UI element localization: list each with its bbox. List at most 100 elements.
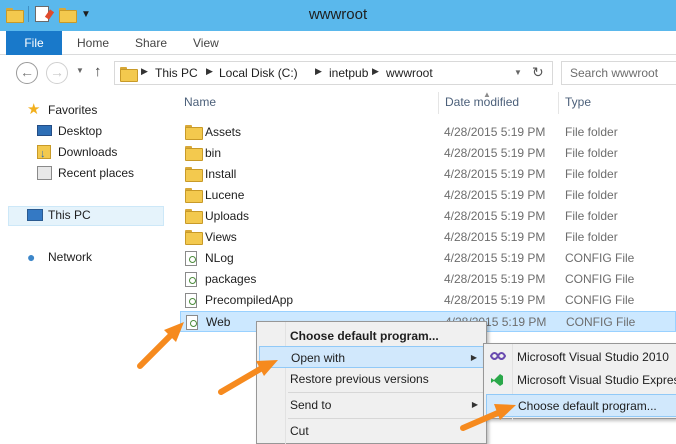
window-title: wwwroot (308, 6, 368, 23)
chevron-right-icon[interactable]: ▶ (315, 66, 322, 77)
menu-item-label: Restore previous versions (290, 372, 429, 386)
column-type[interactable]: Type (565, 95, 591, 109)
file-name: Web (206, 315, 231, 329)
back-button[interactable]: ← (16, 62, 38, 84)
folder-icon (185, 209, 203, 224)
open-with-submenu: Microsoft Visual Studio 2010 Microsoft V… (483, 343, 676, 420)
list-item[interactable]: Views 4/28/2015 5:19 PM File folder (180, 227, 676, 248)
menu-item-choose-default-program[interactable]: Choose default program... (259, 325, 486, 347)
config-file-icon (185, 272, 197, 287)
menu-item-label: Microsoft Visual Studio Express (517, 373, 676, 387)
list-item[interactable]: Install 4/28/2015 5:19 PM File folder (180, 164, 676, 185)
file-date: 4/28/2015 5:19 PM (444, 125, 546, 139)
downloads-icon (37, 144, 51, 164)
menu-item-restore-previous-versions[interactable]: Restore previous versions (259, 368, 486, 390)
chevron-down-icon[interactable]: ▼ (514, 68, 522, 77)
file-name: bin (205, 146, 222, 160)
menu-item-visual-studio-2010[interactable]: Microsoft Visual Studio 2010 (486, 346, 676, 369)
breadcrumb-this-pc[interactable]: This PC (155, 66, 198, 80)
file-date: 4/28/2015 5:19 PM (444, 293, 546, 307)
visual-studio-2010-icon (489, 350, 507, 364)
list-item[interactable]: Lucene 4/28/2015 5:19 PM File folder (180, 185, 676, 206)
file-date: 4/28/2015 5:19 PM (444, 272, 546, 286)
context-menu: Choose default program... Open with ▶ Re… (256, 321, 487, 444)
file-date: 4/28/2015 5:19 PM (444, 230, 546, 244)
file-name: Install (205, 167, 237, 181)
file-name: Lucene (205, 188, 245, 202)
menu-item-open-with[interactable]: Open with ▶ (259, 346, 486, 368)
file-date: 4/28/2015 5:19 PM (444, 251, 546, 265)
list-item[interactable]: PrecompiledApp 4/28/2015 5:19 PM CONFIG … (180, 290, 676, 311)
file-name: Views (205, 230, 237, 244)
file-name: NLog (205, 251, 234, 265)
list-item[interactable]: packages 4/28/2015 5:19 PM CONFIG File (180, 269, 676, 290)
list-item[interactable]: bin 4/28/2015 5:19 PM File folder (180, 143, 676, 164)
file-date: 4/28/2015 5:19 PM (444, 188, 546, 202)
folder-icon (185, 230, 203, 245)
folder-icon (185, 125, 203, 140)
file-type: File folder (565, 209, 618, 223)
recent-locations-icon[interactable]: ▼ (76, 66, 84, 75)
navigation-pane: ★ Favorites Desktop Downloads Recent pla… (0, 90, 170, 444)
menu-item-visual-studio-express[interactable]: Microsoft Visual Studio Express (486, 369, 676, 392)
search-input[interactable]: Search wwwroot (561, 61, 676, 85)
file-type: CONFIG File (566, 315, 636, 329)
chevron-right-icon[interactable]: ▶ (206, 66, 213, 77)
nav-network-label: Network (48, 250, 93, 264)
tab-view[interactable]: View (193, 31, 219, 55)
desktop-icon (37, 125, 52, 136)
refresh-icon[interactable]: ↻ (532, 64, 544, 81)
file-type: CONFIG File (565, 272, 635, 286)
column-name[interactable]: Name (184, 95, 216, 109)
breadcrumb-local-disk[interactable]: Local Disk (C:) (219, 66, 298, 80)
menu-item-choose-default-program[interactable]: Choose default program... (486, 394, 676, 417)
menu-separator (288, 392, 484, 393)
folder-icon (185, 167, 203, 182)
nav-favorites-label: Favorites (48, 103, 98, 117)
file-name: packages (205, 272, 257, 286)
config-file-icon (185, 251, 197, 266)
address-bar[interactable]: ▶ This PC ▶ Local Disk (C:) ▶ inetpub ▶ … (114, 61, 553, 85)
menu-item-cut[interactable]: Cut (259, 420, 486, 442)
tab-share[interactable]: Share (135, 31, 167, 55)
forward-button[interactable]: → (46, 62, 68, 84)
tab-home[interactable]: Home (77, 31, 109, 55)
chevron-right-icon: ▶ (471, 400, 478, 409)
column-divider[interactable] (438, 92, 439, 114)
file-type: File folder (565, 125, 618, 139)
breadcrumb-wwwroot[interactable]: wwwroot (386, 66, 433, 80)
file-name: Assets (205, 125, 242, 139)
folder-icon (185, 146, 203, 161)
chevron-right-icon[interactable]: ▶ (141, 66, 148, 77)
menu-item-label: Send to (290, 398, 332, 412)
visual-studio-express-icon (490, 373, 506, 387)
file-date: 4/28/2015 5:19 PM (444, 167, 546, 181)
column-divider[interactable] (558, 92, 559, 114)
tab-file[interactable]: File (6, 31, 62, 55)
menu-item-label: Choose default program... (518, 399, 657, 413)
file-type: File folder (565, 146, 618, 160)
file-date: 4/28/2015 5:19 PM (444, 209, 546, 223)
up-icon[interactable]: ↑ (94, 63, 102, 80)
list-item[interactable]: Assets 4/28/2015 5:19 PM File folder (180, 122, 676, 143)
menu-item-send-to[interactable]: Send to ▶ (259, 394, 486, 416)
nav-downloads-label: Downloads (58, 145, 118, 159)
list-item[interactable]: NLog 4/28/2015 5:19 PM CONFIG File (180, 248, 676, 269)
list-item[interactable]: Uploads 4/28/2015 5:19 PM File folder (180, 206, 676, 227)
file-type: CONFIG File (565, 251, 635, 265)
network-icon: ● (27, 249, 36, 265)
file-name: PrecompiledApp (205, 293, 294, 307)
menu-separator (288, 418, 484, 419)
nav-this-pc-label: This PC (48, 208, 91, 222)
chevron-right-icon[interactable]: ▶ (372, 66, 379, 77)
breadcrumb-inetpub[interactable]: inetpub (329, 66, 368, 80)
folder-icon (120, 67, 138, 82)
star-icon: ★ (27, 101, 41, 118)
menu-item-label: Microsoft Visual Studio 2010 (517, 350, 669, 364)
menu-item-label: Cut (290, 424, 309, 438)
menu-item-label: Open with (291, 351, 346, 365)
folder-icon (185, 188, 203, 203)
file-type: File folder (565, 167, 618, 181)
file-date: 4/28/2015 5:19 PM (444, 146, 546, 160)
column-date-modified[interactable]: Date modified (445, 95, 519, 109)
